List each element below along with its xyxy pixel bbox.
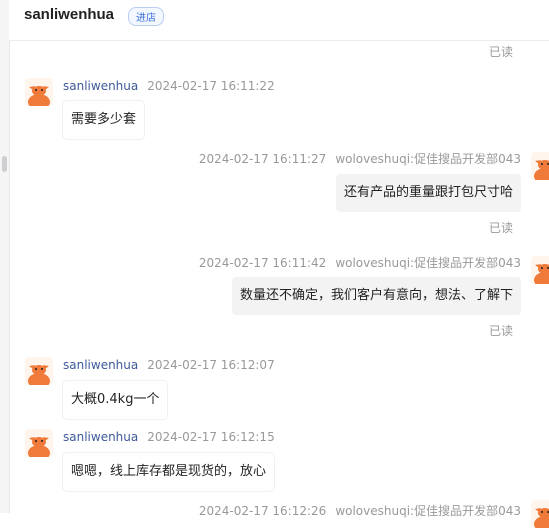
timestamp: 2024-02-17 16:12:15 <box>147 430 275 444</box>
sender-name: sanliwenhua <box>63 79 139 93</box>
avatar[interactable] <box>531 152 549 180</box>
timestamp: 2024-02-17 16:11:42 <box>198 256 327 270</box>
cow-mascot-icon <box>531 256 549 284</box>
scrollbar-thumb[interactable] <box>2 156 7 172</box>
message-meta: sanliwenhua 2024-02-17 16:11:22 <box>63 79 275 93</box>
chat-header: sanliwenhua 进店 <box>9 0 549 41</box>
message-meta: 2024-02-17 16:12:26 woloveshuqi:促佳搜品开发部04… <box>199 502 521 519</box>
message-meta: sanliwenhua 2024-02-17 16:12:07 <box>63 358 275 372</box>
cow-mascot-icon <box>25 78 53 106</box>
message-bubble: 需要多少套 <box>63 101 145 139</box>
cow-mascot-icon <box>25 429 53 457</box>
timestamp: 2024-02-17 16:11:22 <box>147 79 275 93</box>
avatar[interactable] <box>25 429 53 457</box>
message-meta: sanliwenhua 2024-02-17 16:12:15 <box>63 430 275 444</box>
read-receipt: 已读 <box>488 45 513 59</box>
sender-name: sanliwenhua <box>63 358 139 372</box>
message-meta: 2024-02-17 16:11:42 woloveshuqi:促佳搜品开发部04… <box>199 254 521 271</box>
sender-name: woloveshuqi:促佳搜品开发部043 <box>335 256 521 270</box>
message-bubble: 还有产品的重量跟打包尺寸哈 <box>335 174 521 212</box>
cow-mascot-icon <box>25 357 53 385</box>
read-receipt: 已读 <box>488 324 513 338</box>
message-bubble: 嗯嗯，线上库存都是现货的，放心 <box>63 453 275 491</box>
timestamp: 2024-02-17 16:12:26 <box>198 504 327 518</box>
avatar[interactable] <box>25 78 53 106</box>
cow-mascot-icon <box>531 500 549 528</box>
avatar[interactable] <box>25 357 53 385</box>
timestamp: 2024-02-17 16:11:27 <box>198 152 327 166</box>
sender-name: sanliwenhua <box>63 430 139 444</box>
sender-name: woloveshuqi:促佳搜品开发部043 <box>335 152 521 166</box>
read-receipt: 已读 <box>488 221 513 235</box>
cow-mascot-icon <box>531 152 549 180</box>
avatar[interactable] <box>531 256 549 284</box>
enter-shop-button[interactable]: 进店 <box>128 7 164 26</box>
avatar[interactable] <box>531 500 549 528</box>
message-meta: 2024-02-17 16:11:27 woloveshuqi:促佳搜品开发部04… <box>199 150 521 167</box>
message-bubble: 数量还不确定，我们客户有意向，想法、了解下 <box>231 277 521 315</box>
shop-name: sanliwenhua <box>24 6 115 23</box>
sender-name: woloveshuqi:促佳搜品开发部043 <box>335 504 521 518</box>
timestamp: 2024-02-17 16:12:07 <box>147 358 275 372</box>
left-panel-edge <box>0 0 10 513</box>
message-bubble: 大概0.4kg一个 <box>63 381 168 419</box>
